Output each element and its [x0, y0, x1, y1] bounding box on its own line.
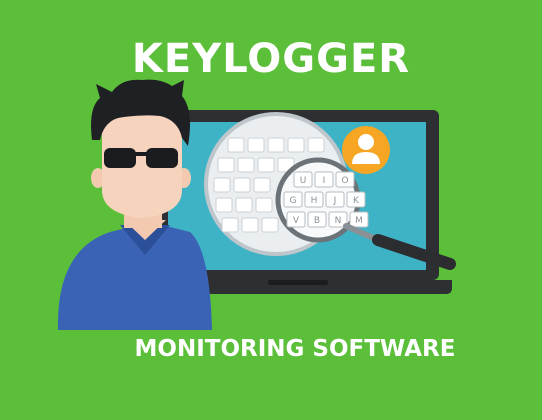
key-label-g: G	[290, 196, 297, 206]
key-label-m: M	[355, 216, 363, 226]
key-label-i: I	[323, 176, 326, 186]
page-subtitle: MONITORING SOFTWARE	[134, 336, 456, 362]
key-label-h: H	[311, 196, 318, 206]
key-label-u: U	[300, 176, 307, 186]
key-label-n: N	[335, 216, 342, 226]
key-label-b: B	[314, 216, 320, 226]
key-label-j: J	[333, 196, 337, 206]
key-label-o: O	[341, 176, 348, 186]
user-icon	[342, 126, 390, 174]
key-label-v: V	[293, 216, 300, 226]
page-title: KEYLOGGER	[131, 36, 411, 82]
